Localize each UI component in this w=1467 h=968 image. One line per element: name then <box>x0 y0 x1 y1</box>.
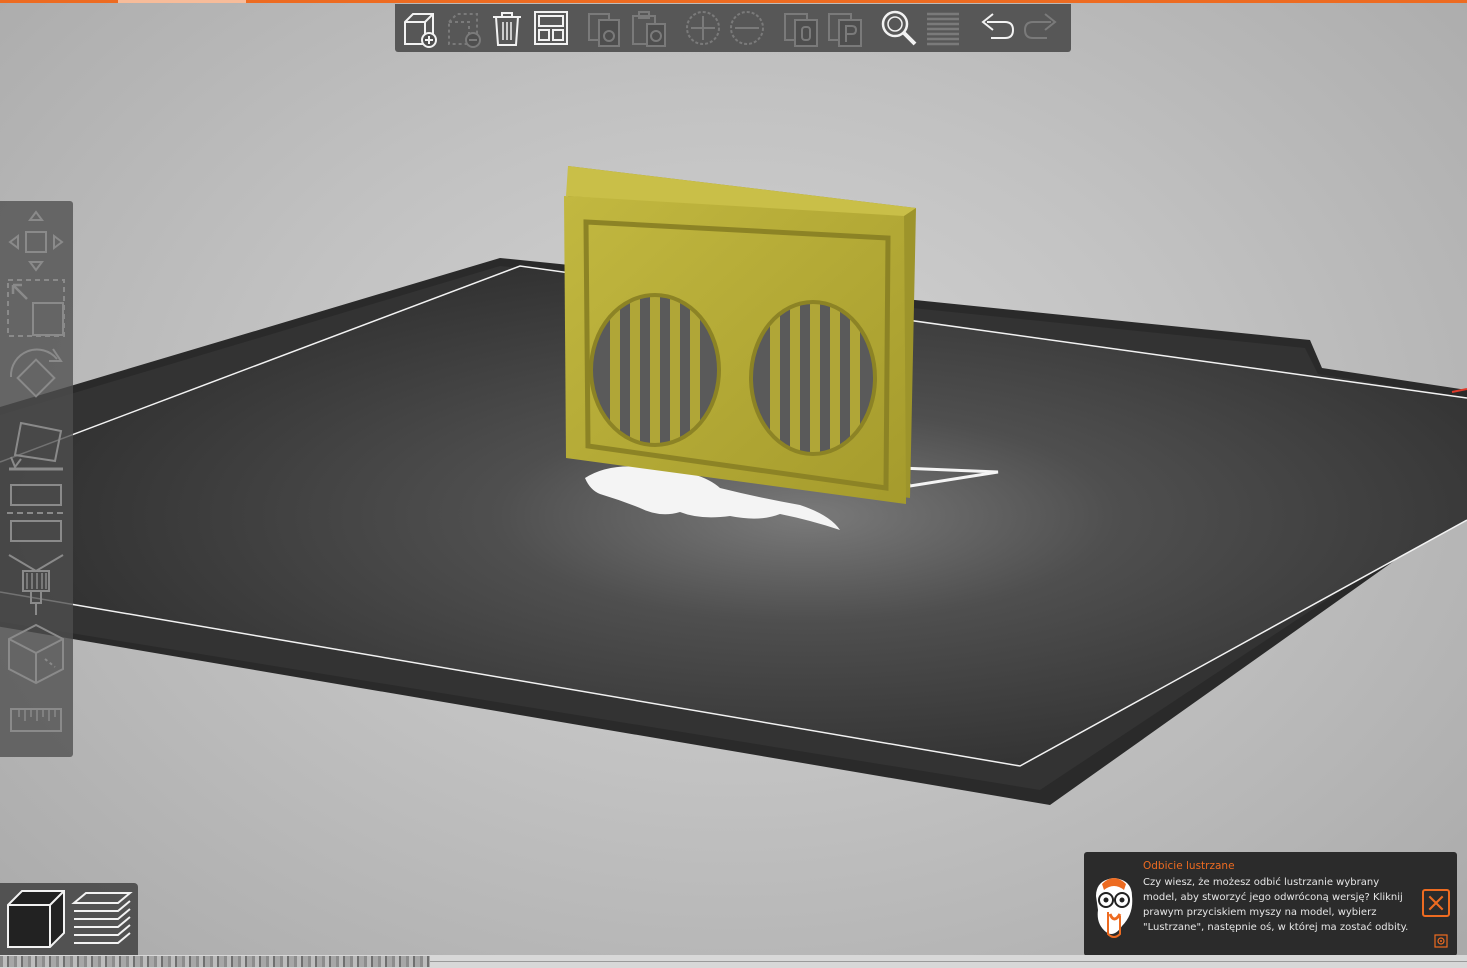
remove-instance-icon <box>730 11 764 45</box>
hint-close-button[interactable] <box>1422 889 1450 917</box>
remove-object-icon <box>448 13 481 48</box>
preview-button[interactable] <box>70 887 134 951</box>
arrange-button[interactable] <box>529 6 573 50</box>
model-object[interactable] <box>564 166 916 504</box>
delete-all-button[interactable] <box>485 6 529 50</box>
split-parts-button[interactable] <box>823 6 867 50</box>
arrange-icon <box>534 11 568 45</box>
redo-icon <box>1023 13 1057 39</box>
seam-painting-tool-button[interactable] <box>5 621 67 687</box>
layers-editing-icon <box>927 12 959 46</box>
window-accent-bar <box>0 0 1467 3</box>
preview-layers-icon <box>71 892 133 944</box>
variable-layer-height-button[interactable] <box>921 6 965 50</box>
status-strip <box>0 955 1467 968</box>
move-tool-button[interactable] <box>5 207 67 275</box>
measure-icon <box>10 708 62 732</box>
undo-button[interactable] <box>975 6 1019 50</box>
copy-button[interactable] <box>583 6 627 50</box>
hint-notification: Odbicie lustrzane Czy wiesz, że możesz o… <box>1084 852 1457 956</box>
status-strip-divider <box>430 961 1467 962</box>
delete-object-button[interactable] <box>441 6 485 50</box>
left-toolbar <box>0 201 73 757</box>
close-icon <box>1428 895 1444 911</box>
add-object-button[interactable] <box>397 6 441 50</box>
add-instance-button[interactable] <box>681 6 725 50</box>
split-objects-button[interactable] <box>779 6 823 50</box>
delete-all-icon <box>493 12 521 46</box>
paste-button[interactable] <box>627 6 671 50</box>
undo-icon <box>981 13 1015 39</box>
3d-view-icon <box>7 890 65 948</box>
paint-supports-icon <box>8 554 64 615</box>
hint-body-text: Czy wiesz, że możesz odbić lustrzanie wy… <box>1143 877 1409 933</box>
status-strip-texture <box>0 956 430 967</box>
build-plate-scene[interactable] <box>0 0 1467 968</box>
3d-view-button[interactable] <box>4 887 68 951</box>
scale-icon <box>7 279 65 337</box>
search-icon <box>881 10 917 46</box>
gear-icon[interactable] <box>1434 934 1448 948</box>
paste-icon <box>632 11 666 47</box>
scale-tool-button[interactable] <box>5 277 67 339</box>
add-object-icon <box>404 13 437 48</box>
accent-divider <box>118 0 246 3</box>
top-toolbar <box>395 4 1071 52</box>
add-instance-icon <box>686 11 720 45</box>
search-button[interactable] <box>877 6 921 50</box>
move-icon <box>8 210 64 272</box>
rotate-tool-button[interactable] <box>5 343 67 409</box>
hint-mascot-icon <box>1096 878 1133 938</box>
3d-viewport[interactable] <box>0 0 1467 968</box>
split-parts-icon <box>828 13 862 47</box>
paint-supports-tool-button[interactable] <box>5 551 67 617</box>
remove-instance-button[interactable] <box>725 6 769 50</box>
rotate-icon <box>9 348 63 398</box>
seam-painting-icon <box>8 623 64 685</box>
split-objects-icon <box>784 13 818 47</box>
place-on-face-icon <box>9 421 63 471</box>
place-on-face-tool-button[interactable] <box>5 413 67 475</box>
redo-button[interactable] <box>1019 6 1063 50</box>
hint-title: Odbicie lustrzane <box>1143 860 1235 872</box>
cut-tool-button[interactable] <box>5 479 67 547</box>
copy-icon <box>588 13 620 47</box>
measure-tool-button[interactable] <box>5 697 67 745</box>
view-switcher <box>0 883 138 955</box>
cut-icon <box>7 484 65 542</box>
